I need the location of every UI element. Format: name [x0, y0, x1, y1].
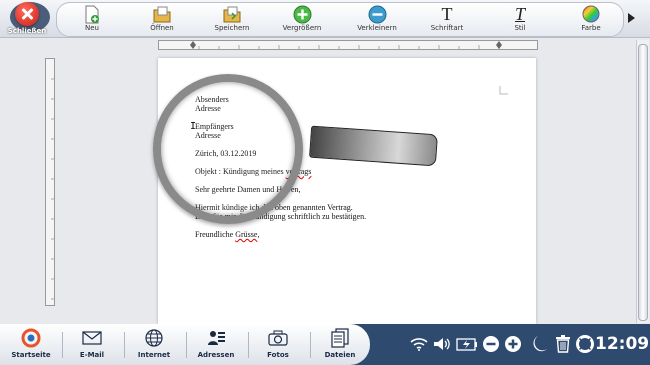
- vertical-scrollbar-thumb[interactable]: [638, 44, 648, 321]
- home-logo-icon: [20, 328, 42, 348]
- wifi-icon[interactable]: [409, 334, 429, 354]
- style-icon: T: [514, 3, 525, 24]
- volume-icon[interactable]: [432, 334, 452, 354]
- color-button[interactable]: Farbe: [561, 4, 621, 32]
- font-button[interactable]: T Schriftart: [417, 3, 477, 33]
- open-button[interactable]: Öffnen: [132, 4, 192, 32]
- clock: 12:09: [595, 334, 650, 354]
- top-bar: Schließen Neu Öffnen Speichern Vergrößer…: [0, 0, 650, 38]
- zoom-out-icon: [366, 4, 388, 24]
- mail-icon: [81, 328, 103, 348]
- magnifier-lens[interactable]: [153, 74, 303, 224]
- dock-item-email[interactable]: E-Mail: [63, 328, 121, 359]
- close-button[interactable]: Schließen: [2, 2, 52, 36]
- close-icon: [15, 2, 39, 26]
- margin-corner-mark: [499, 86, 508, 95]
- globe-icon: [143, 328, 165, 348]
- camera-icon: [267, 328, 289, 348]
- dock-item-startseite[interactable]: Startseite: [2, 328, 60, 359]
- color-palette-icon: [580, 4, 602, 24]
- vertical-ruler[interactable]: [45, 58, 55, 306]
- dock-item-fotos[interactable]: Fotos: [249, 328, 307, 359]
- font-icon: T: [441, 3, 453, 24]
- contacts-icon: [205, 328, 227, 348]
- closing-line: Freundliche Grüsse,: [195, 230, 260, 239]
- horizontal-ruler[interactable]: [158, 40, 538, 50]
- zoom-in-icon[interactable]: [503, 334, 523, 354]
- zoom-in-icon: [291, 4, 313, 24]
- help-lifebuoy-icon[interactable]: [575, 334, 595, 354]
- dock-item-dateien[interactable]: Dateien: [311, 328, 369, 359]
- zoom-out-button[interactable]: Verkleinern: [347, 4, 407, 32]
- save-icon: [221, 4, 243, 24]
- dock: Startseite E-Mail Internet Adressen Foto…: [0, 324, 370, 365]
- files-icon: [329, 328, 351, 348]
- open-folder-icon: [151, 4, 173, 24]
- toolbar: Neu Öffnen Speichern Vergrößern Verklein…: [56, 2, 624, 37]
- zoom-in-button[interactable]: Vergrößern: [272, 4, 332, 32]
- moon-icon[interactable]: [530, 334, 550, 354]
- dock-item-adressen[interactable]: Adressen: [187, 328, 245, 359]
- close-label: Schließen: [7, 27, 47, 35]
- trash-icon[interactable]: [553, 334, 573, 354]
- battery-icon[interactable]: [455, 334, 479, 354]
- new-document-icon: [81, 4, 103, 24]
- style-button[interactable]: T Stil: [490, 3, 550, 33]
- chevron-right-icon[interactable]: [628, 13, 635, 23]
- save-button[interactable]: Speichern: [202, 4, 262, 32]
- new-button[interactable]: Neu: [62, 4, 122, 32]
- dock-item-internet[interactable]: Internet: [125, 328, 183, 359]
- zoom-out-icon[interactable]: [481, 334, 501, 354]
